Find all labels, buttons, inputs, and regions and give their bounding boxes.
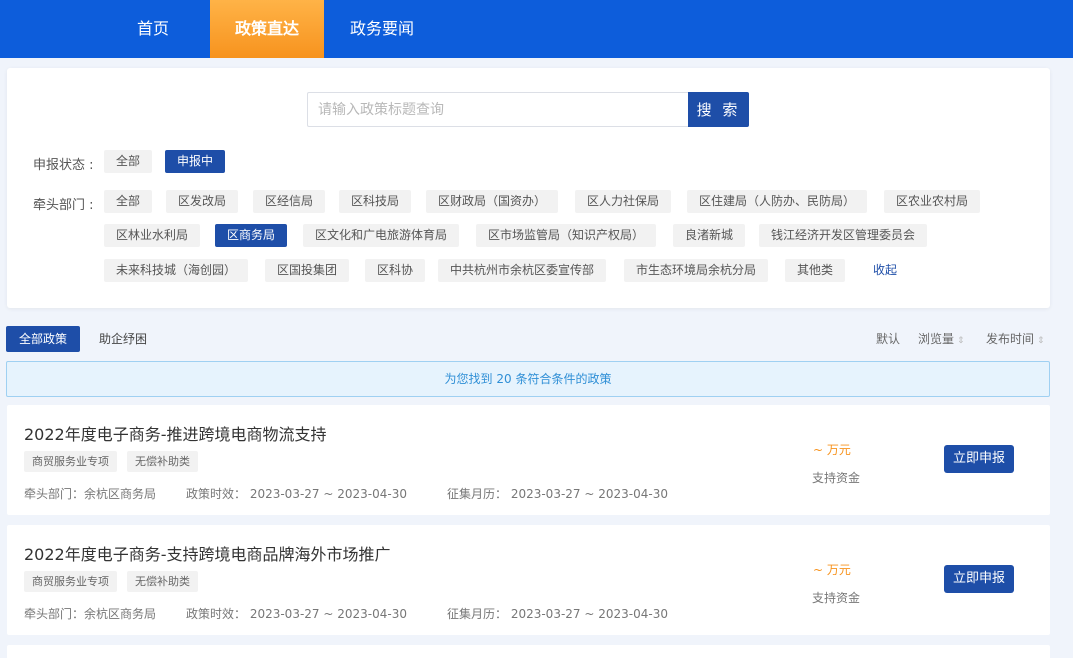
policy-tag: 商贸服务业专项 [24, 571, 117, 592]
policy-department: 牵头部门：余杭区商务局 [24, 607, 157, 621]
policy-department: 牵头部门：余杭区商务局 [24, 487, 157, 501]
nav-item-policy-direct[interactable]: 政策直达 [210, 0, 324, 58]
policy-amount: ~ 万元 [813, 443, 851, 457]
dept-option-investment[interactable]: 区国投集团 [265, 259, 350, 282]
status-filter-label: 申报状态 : [33, 158, 94, 173]
top-nav: 首页 政策直达 政务要闻 [0, 0, 1073, 58]
apply-button[interactable]: 立即申报 [944, 445, 1014, 473]
department-filter-label: 牵头部门 : [33, 198, 94, 213]
tab-enterprise-relief[interactable]: 助企纾困 [86, 326, 160, 352]
dept-option-environment[interactable]: 市生态环境局余杭分局 [624, 259, 769, 282]
apply-button[interactable]: 立即申报 [944, 565, 1014, 593]
dept-option-agriculture[interactable]: 区农业农村局 [884, 190, 981, 213]
status-option-all[interactable]: 全部 [104, 150, 153, 173]
sort-updown-icon: ⇕ [957, 336, 965, 346]
dept-option-liangzhu[interactable]: 良渚新城 [673, 224, 746, 247]
dept-option-market[interactable]: 区市场监管局（知识产权局） [476, 224, 657, 247]
sort-updown-icon: ⇕ [1037, 336, 1045, 346]
policy-tag: 商贸服务业专项 [24, 451, 117, 472]
policy-effective-period: 政策时效： 2023-03-27 ~ 2023-04-30 [186, 607, 407, 621]
policy-title[interactable]: 2022年度电子商务-推进跨境电商物流支持 [24, 421, 327, 445]
dept-option-finance[interactable]: 区财政局（国资办） [426, 190, 559, 213]
policy-fund-label: 支持资金 [812, 591, 861, 605]
search-button[interactable]: 搜 索 [688, 92, 749, 127]
nav-item-home[interactable]: 首页 [118, 0, 188, 58]
sort-date-label: 发布时间 [986, 332, 1035, 346]
dept-option-other[interactable]: 其他类 [785, 259, 846, 282]
policy-tag: 无偿补助类 [127, 571, 198, 592]
dept-option-hr[interactable]: 区人力社保局 [575, 190, 672, 213]
policy-fund-label: 支持资金 [812, 471, 861, 485]
policy-effective-period: 政策时效： 2023-03-27 ~ 2023-04-30 [186, 487, 407, 501]
sort-default[interactable]: 默认 [876, 326, 900, 352]
dept-option-propaganda[interactable]: 中共杭州市余杭区委宣传部 [438, 259, 607, 282]
policy-card: 2022年度电子商务-支持跨境电商品牌海外市场推广 商贸服务业专项 无偿补助类 … [7, 525, 1050, 635]
policy-card: 2022年度电子商务-推进跨境电商物流支持 商贸服务业专项 无偿补助类 牵头部门… [7, 405, 1050, 515]
filter-panel: 搜 索 申报状态 : 全部 申报中 牵头部门 : 全部 区发改局 区经信局 区科… [7, 68, 1050, 308]
sort-default-label: 默认 [876, 332, 901, 346]
dept-option-culture[interactable]: 区文化和广电旅游体育局 [303, 224, 460, 247]
policy-amount: ~ 万元 [813, 563, 851, 577]
dept-option-qianjiang[interactable]: 钱江经济开发区管理委员会 [759, 224, 928, 247]
sort-views-label: 浏览量 [918, 332, 955, 346]
policy-title[interactable]: 2022年度电子商务-支持跨境电商品牌海外市场推广 [24, 541, 391, 565]
policy-card [7, 645, 1050, 658]
dept-option-commerce[interactable]: 区商务局 [215, 224, 288, 247]
dept-option-development[interactable]: 区发改局 [166, 190, 239, 213]
dept-option-association[interactable]: 区科协 [365, 259, 426, 282]
nav-item-gov-news[interactable]: 政务要闻 [340, 0, 424, 58]
dept-option-future-tech[interactable]: 未来科技城（海创园） [104, 259, 249, 282]
policy-tag: 无偿补助类 [127, 451, 198, 472]
dept-option-housing[interactable]: 区住建局（人防办、民防局） [687, 190, 868, 213]
policy-collection-period: 征集月历： 2023-03-27 ~ 2023-04-30 [447, 607, 668, 621]
dept-option-economy[interactable]: 区经信局 [253, 190, 326, 213]
sort-date[interactable]: 发布时间 ⇕ [986, 326, 1045, 352]
search-input[interactable] [307, 92, 689, 127]
status-option-applying[interactable]: 申报中 [165, 150, 226, 173]
dept-option-all[interactable]: 全部 [104, 190, 153, 213]
policy-collection-period: 征集月历： 2023-03-27 ~ 2023-04-30 [447, 487, 668, 501]
sort-views[interactable]: 浏览量 ⇕ [918, 326, 965, 352]
collapse-link[interactable]: 收起 [873, 259, 897, 282]
result-count-banner: 为您找到 20 条符合条件的政策 [6, 361, 1050, 397]
tab-all-policies[interactable]: 全部政策 [6, 326, 81, 352]
dept-option-science[interactable]: 区科技局 [339, 190, 412, 213]
dept-option-forestry[interactable]: 区林业水利局 [104, 224, 201, 247]
